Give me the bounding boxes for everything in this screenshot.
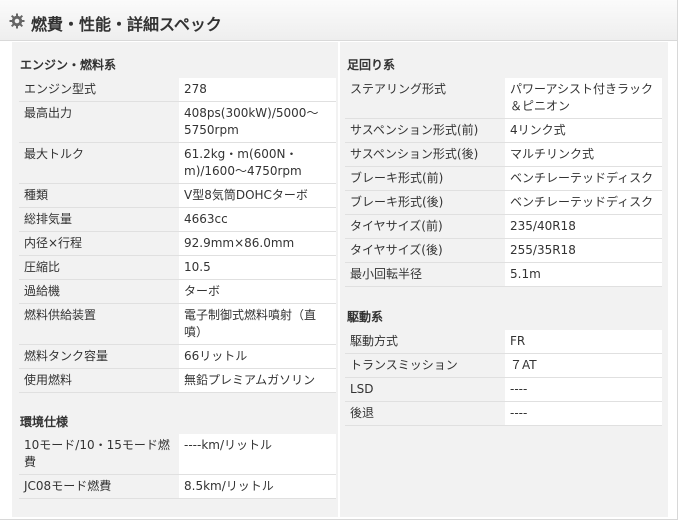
spec-value: 66リットル (179, 344, 336, 369)
spec-label: 最小回転半径 (345, 262, 505, 287)
spec-label: サスペンション形式(前) (345, 118, 505, 143)
spec-value: 255/35R18 (505, 238, 662, 263)
spec-row: 最高出力 408ps(300kW)/5000～5750rpm (19, 101, 336, 143)
spec-row: 最大トルク 61.2kg・m(600N・m)/1600～4750rpm (19, 142, 336, 184)
spec-frame: 燃費・性能・詳細スペック エンジン・燃料系 エンジン型式 278 最高出力 408ps… (0, 0, 678, 520)
spec-label: ステアリング形式 (345, 78, 505, 119)
spec-label: 後退 (345, 401, 505, 426)
spec-value: ターボ (179, 279, 336, 304)
page-title: 燃費・性能・詳細スペック (31, 15, 222, 34)
spec-row: 最小回転半径 5.1m (345, 262, 662, 287)
spec-row: 燃料タンク容量 66リットル (19, 344, 336, 369)
environment-spec-body: 10モード/10・15モード燃費 ----km/リットル JC08モード燃費 8.5k… (19, 434, 336, 499)
suspension-spec-body: ステアリング形式 パワーアシスト付きラック＆ピニオン サスペンション形式(前) 4リン… (345, 78, 662, 287)
spec-label: LSD (345, 377, 505, 402)
spec-label: 最大トルク (19, 142, 179, 184)
spec-value: 無鉛プレミアムガソリン (179, 368, 336, 393)
spec-row: ブレーキ形式(後) ベンチレーテッドディスク (345, 190, 662, 215)
drive-spec-table: 駆動方式 FR トランスミッション ７AT LSD ---- 後退 ---- (345, 330, 662, 426)
gear-icon (9, 13, 25, 29)
spec-value: 4663cc (179, 207, 336, 232)
spec-value: 電子制御式燃料噴射（直噴） (179, 303, 336, 345)
spec-row: 駆動方式 FR (345, 330, 662, 354)
spec-row: サスペンション形式(後) マルチリンク式 (345, 142, 662, 167)
spec-row: エンジン型式 278 (19, 78, 336, 102)
right-panel: 足回り系 ステアリング形式 パワーアシスト付きラック＆ピニオン サスペンション形式(… (340, 42, 668, 517)
section-title-drive: 駆動系 (347, 310, 384, 324)
spec-label: 燃料タンク容量 (19, 344, 179, 369)
spec-row: タイヤサイズ(後) 255/35R18 (345, 238, 662, 263)
spec-value: パワーアシスト付きラック＆ピニオン (505, 78, 662, 119)
spec-value: FR (505, 330, 662, 354)
spec-label: 駆動方式 (345, 330, 505, 354)
spec-label: タイヤサイズ(後) (345, 238, 505, 263)
spec-value: ７AT (505, 353, 662, 378)
spec-label: 総排気量 (19, 207, 179, 232)
spec-value: 408ps(300kW)/5000～5750rpm (179, 101, 336, 143)
spec-value: ---- (505, 377, 662, 402)
spec-row: JC08モード燃費 8.5km/リットル (19, 474, 336, 499)
header-bar: 燃費・性能・詳細スペック (0, 0, 677, 41)
spec-value: ベンチレーテッドディスク (505, 190, 662, 215)
spec-row: 内径×行程 92.9mm×86.0mm (19, 231, 336, 256)
spec-row: サスペンション形式(前) 4リンク式 (345, 118, 662, 143)
engine-spec-table: エンジン型式 278 最高出力 408ps(300kW)/5000～5750rpm 最大… (19, 78, 336, 393)
spec-label: タイヤサイズ(前) (345, 214, 505, 239)
spec-row: タイヤサイズ(前) 235/40R18 (345, 214, 662, 239)
section-title-suspension: 足回り系 (347, 58, 396, 72)
spec-value: 10.5 (179, 255, 336, 280)
spec-value: マルチリンク式 (505, 142, 662, 167)
spec-value: V型8気筒DOHCターボ (179, 183, 336, 208)
spec-label: 最高出力 (19, 101, 179, 143)
spec-label: 内径×行程 (19, 231, 179, 256)
spec-label: ブレーキ形式(後) (345, 190, 505, 215)
spec-value: 278 (179, 78, 336, 102)
spec-label: 種類 (19, 183, 179, 208)
spec-label: JC08モード燃費 (19, 474, 179, 499)
environment-spec-table: 10モード/10・15モード燃費 ----km/リットル JC08モード燃費 8.5k… (19, 434, 336, 499)
spec-row: 総排気量 4663cc (19, 207, 336, 232)
spec-row: トランスミッション ７AT (345, 353, 662, 378)
drive-spec-body: 駆動方式 FR トランスミッション ７AT LSD ---- 後退 ---- (345, 330, 662, 426)
spec-row: 使用燃料 無鉛プレミアムガソリン (19, 368, 336, 393)
section-title-environment: 環境仕様 (20, 415, 69, 429)
spec-value: ----km/リットル (179, 434, 336, 475)
spec-label: ブレーキ形式(前) (345, 166, 505, 191)
engine-spec-body: エンジン型式 278 最高出力 408ps(300kW)/5000～5750rpm 最大… (19, 78, 336, 393)
spec-label: 圧縮比 (19, 255, 179, 280)
left-panel: エンジン・燃料系 エンジン型式 278 最高出力 408ps(300kW)/5000～… (12, 42, 338, 517)
spec-value: 5.1m (505, 262, 662, 287)
spec-row: 燃料供給装置 電子制御式燃料噴射（直噴） (19, 303, 336, 345)
section-title-engine: エンジン・燃料系 (20, 58, 117, 72)
spec-row: 圧縮比 10.5 (19, 255, 336, 280)
spec-value: 8.5km/リットル (179, 474, 336, 499)
spec-label: サスペンション形式(後) (345, 142, 505, 167)
spec-row: 後退 ---- (345, 401, 662, 426)
spec-row: 種類 V型8気筒DOHCターボ (19, 183, 336, 208)
spec-value: 4リンク式 (505, 118, 662, 143)
spec-value: 61.2kg・m(600N・m)/1600～4750rpm (179, 142, 336, 184)
spec-value: 235/40R18 (505, 214, 662, 239)
spec-row: LSD ---- (345, 377, 662, 402)
spec-value: ベンチレーテッドディスク (505, 166, 662, 191)
spec-value: 92.9mm×86.0mm (179, 231, 336, 256)
suspension-spec-table: ステアリング形式 パワーアシスト付きラック＆ピニオン サスペンション形式(前) 4リン… (345, 78, 662, 287)
spec-row: ステアリング形式 パワーアシスト付きラック＆ピニオン (345, 78, 662, 119)
spec-label: 使用燃料 (19, 368, 179, 393)
spec-row: 過給機 ターボ (19, 279, 336, 304)
spec-row: 10モード/10・15モード燃費 ----km/リットル (19, 434, 336, 475)
spec-label: トランスミッション (345, 353, 505, 378)
spec-label: エンジン型式 (19, 78, 179, 102)
spec-row: ブレーキ形式(前) ベンチレーテッドディスク (345, 166, 662, 191)
spec-label: 10モード/10・15モード燃費 (19, 434, 179, 475)
spec-value: ---- (505, 401, 662, 426)
spec-label: 過給機 (19, 279, 179, 304)
spec-label: 燃料供給装置 (19, 303, 179, 345)
